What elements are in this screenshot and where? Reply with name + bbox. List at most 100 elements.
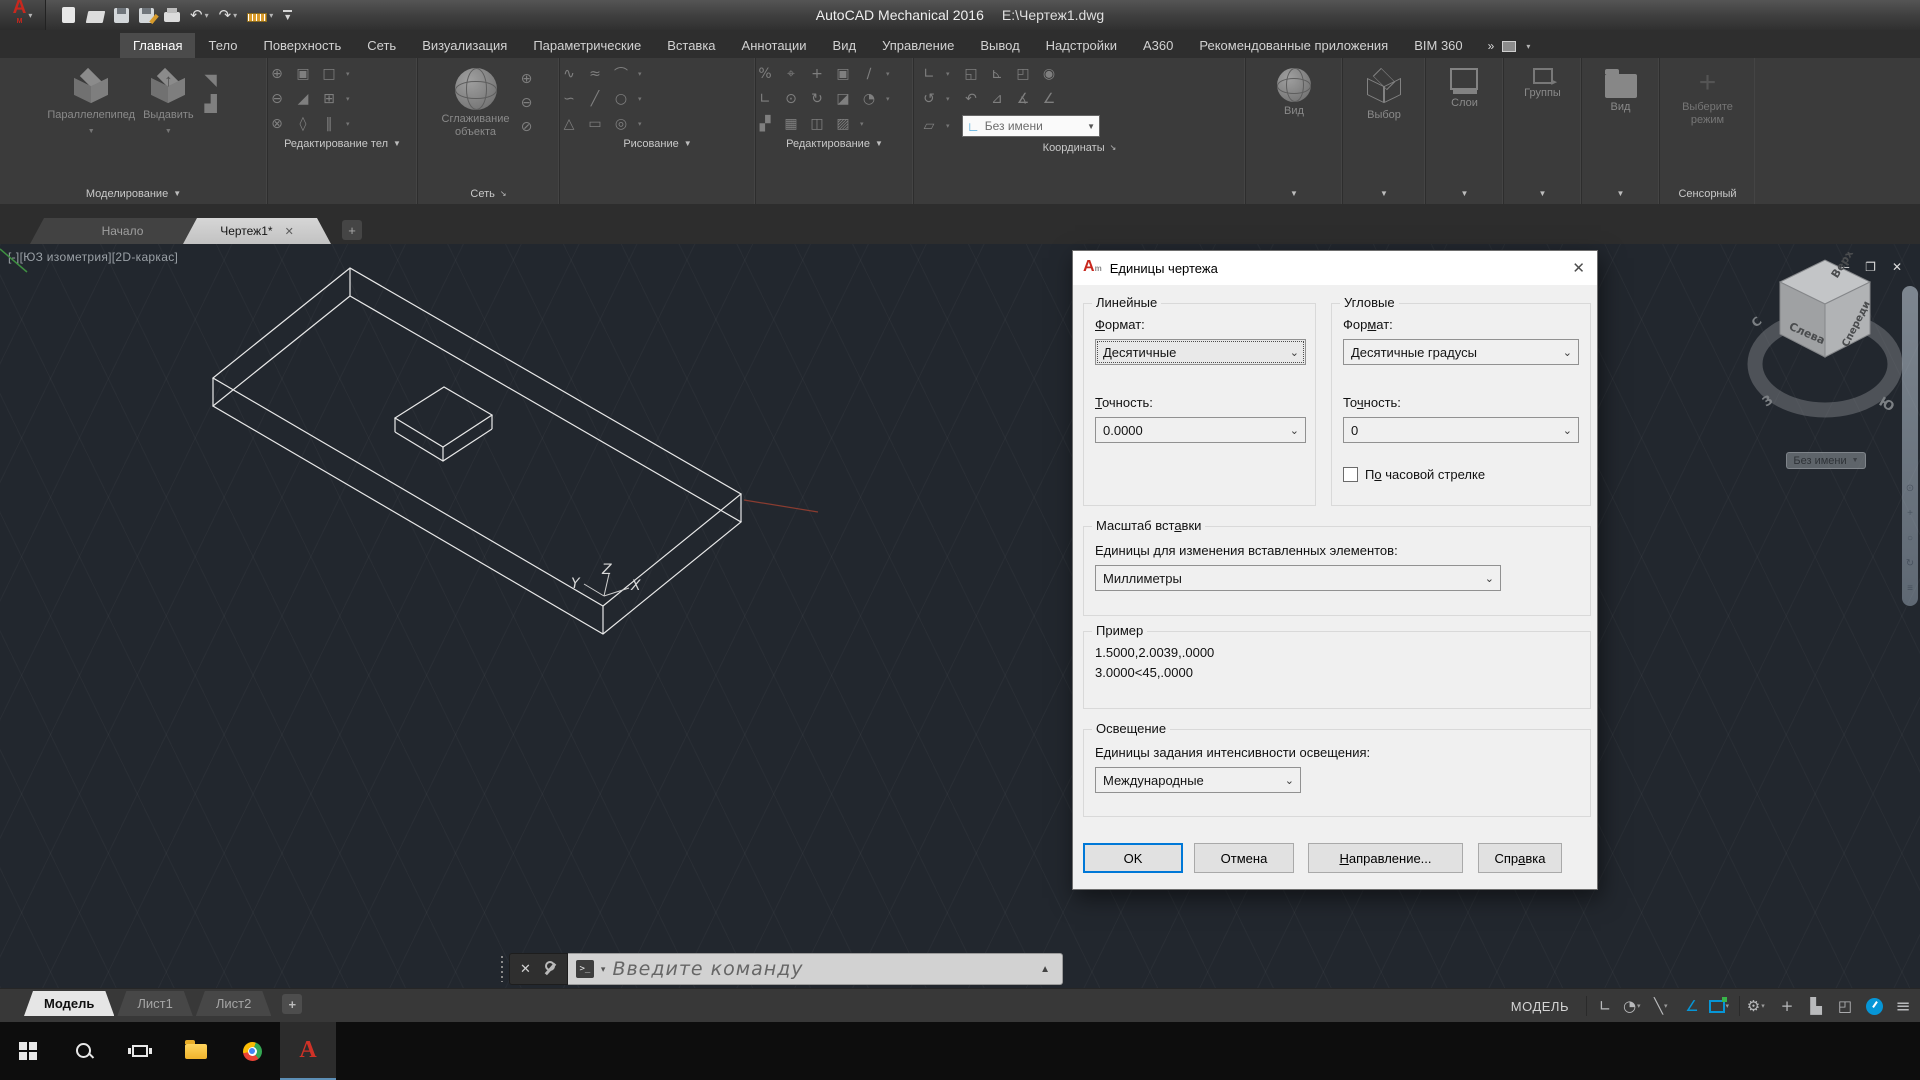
layout-tab-model[interactable]: Модель <box>24 991 114 1016</box>
panel-title-selection[interactable]: ▼ <box>1343 183 1425 204</box>
ribbon-tab-view[interactable]: Вид <box>820 33 870 58</box>
task-view-button[interactable] <box>112 1022 168 1080</box>
chevron-down-icon[interactable]: ⌄ <box>1563 424 1572 437</box>
dynamic-ucs-icon[interactable]: ∠ <box>1679 993 1705 1019</box>
clean-screen-icon[interactable] <box>1861 993 1887 1019</box>
panel-title-layers[interactable]: ▼ <box>1426 183 1503 204</box>
ribbon-tab-home[interactable]: Главная <box>120 33 195 58</box>
chevron-down-icon[interactable]: ⌄ <box>1290 346 1299 359</box>
file-explorer-button[interactable] <box>168 1022 224 1080</box>
dialog-close-icon[interactable]: ✕ <box>1572 259 1585 277</box>
close-tab-icon[interactable]: ✕ <box>285 225 294 238</box>
drawing-canvas[interactable]: [-][ЮЗ изометрия][2D-каркас] <box>0 244 1920 988</box>
isodraft-icon[interactable]: ╲▾ <box>1650 993 1676 1019</box>
ribbon-tab-insert[interactable]: Вставка <box>654 33 728 58</box>
plot-button[interactable] <box>164 12 180 22</box>
ribbon-tab-output[interactable]: Вывод <box>967 33 1032 58</box>
panel-title-draw[interactable]: Рисование▼ <box>560 133 755 154</box>
annotation-scale-icon[interactable]: + <box>1774 993 1800 1019</box>
panel-title-coordinates[interactable]: Координаты↘ <box>914 137 1245 158</box>
app-menu-button[interactable]: AM ▾ <box>0 0 46 30</box>
chevron-down-icon[interactable]: ▾ <box>1526 42 1530 51</box>
chevron-down-icon[interactable]: ▼ <box>1087 122 1095 131</box>
command-input[interactable]: >_ ▾ Введите команду ▲ <box>568 953 1063 985</box>
linear-precision-combobox[interactable]: 0.0000⌄ <box>1095 417 1306 443</box>
open-file-button[interactable] <box>86 11 106 23</box>
customization-menu-icon[interactable]: ≡ <box>1890 993 1916 1019</box>
ribbon-tab-surface[interactable]: Поверхность <box>250 33 354 58</box>
panel-title-modeling[interactable]: Моделирование▼ <box>0 183 267 204</box>
direction-button[interactable]: Направление... <box>1308 843 1463 873</box>
chevron-down-icon[interactable]: ▾ <box>269 11 273 20</box>
file-tab-drawing1[interactable]: Чертеж1*✕ <box>183 218 331 244</box>
ribbon-tab-featured-apps[interactable]: Рекомендованные приложения <box>1186 33 1401 58</box>
chevron-down-icon[interactable]: ⌄ <box>1285 774 1294 787</box>
workspace-icon[interactable]: ◰ <box>1832 993 1858 1019</box>
wrench-icon[interactable] <box>543 962 557 976</box>
snap-mode-icon[interactable]: ◔▾ <box>1621 993 1647 1019</box>
command-placeholder[interactable]: Введите команду <box>612 958 1029 980</box>
customize-qat-button[interactable]: ▼ <box>283 10 292 21</box>
drag-handle[interactable] <box>497 956 507 982</box>
grid-display-icon[interactable]: ∟ <box>1592 993 1618 1019</box>
panel-title-view2[interactable]: ▼ <box>1582 183 1659 204</box>
ucs-name-combobox[interactable]: ∟ Без имени ▼ <box>962 115 1100 137</box>
ribbon-tab-parametric[interactable]: Параметрические <box>520 33 654 58</box>
insertion-units-combobox[interactable]: Миллиметры⌄ <box>1095 565 1501 591</box>
measure-button[interactable]: ▾ <box>247 9 273 22</box>
ribbon-tab-addins[interactable]: Надстройки <box>1033 33 1130 58</box>
chevron-down-icon[interactable]: ▾ <box>601 964 606 975</box>
checkbox-icon[interactable] <box>1343 467 1358 482</box>
ribbon-tab-visualize[interactable]: Визуализация <box>409 33 520 58</box>
new-layout-button[interactable]: + <box>282 994 302 1014</box>
ribbon-tab-a360[interactable]: A360 <box>1130 33 1186 58</box>
panel-title-touch[interactable]: Сенсорный <box>1660 183 1755 204</box>
chevron-down-icon[interactable]: ⌄ <box>1290 424 1299 437</box>
layout-tab-sheet2[interactable]: Лист2 <box>196 991 271 1016</box>
panel-title-modify[interactable]: Редактирование▼ <box>756 133 913 154</box>
annotation-visibility-icon[interactable]: ▙ <box>1803 993 1829 1019</box>
panel-launcher-icon[interactable]: ↘ <box>500 189 507 198</box>
chrome-button[interactable] <box>224 1022 280 1080</box>
undo-button[interactable]: ↶▾ <box>190 8 209 23</box>
orbit-icon[interactable]: ↻ <box>1906 558 1914 569</box>
showmotion-icon[interactable]: ≡ <box>1907 583 1913 594</box>
autocad-taskbar-button[interactable]: A <box>280 1022 336 1080</box>
taskbar-search-button[interactable] <box>56 1022 112 1080</box>
start-button[interactable] <box>0 1022 56 1080</box>
angular-format-combobox[interactable]: Десятичные градусы⌄ <box>1343 339 1579 365</box>
redo-button[interactable]: ↷▾ <box>219 8 238 23</box>
navigation-bar[interactable]: ⊙ + ○ ↻ ≡ <box>1902 286 1918 606</box>
panel-title-solid-editing[interactable]: Редактирование тел▼ <box>268 133 417 154</box>
chevron-down-icon[interactable]: ⌄ <box>1485 572 1494 585</box>
new-drawing-tab-button[interactable]: + <box>342 220 362 240</box>
navwheel-icon[interactable]: ⊙ <box>1906 483 1914 494</box>
close-icon[interactable]: ✕ <box>520 961 531 977</box>
view-cube[interactable]: С З Ю Верх Слева Спереди <box>1740 252 1920 482</box>
ribbon-tab-annotate[interactable]: Аннотации <box>729 33 820 58</box>
model-space-toggle[interactable]: МОДЕЛЬ <box>1499 999 1581 1014</box>
angular-precision-combobox[interactable]: 0⌄ <box>1343 417 1579 443</box>
zoom-icon[interactable]: ○ <box>1907 533 1913 544</box>
viewcube-ucs-button[interactable]: Без имени▼ <box>1786 452 1866 469</box>
dynamic-input-icon[interactable]: ▾ <box>1708 993 1734 1019</box>
lighting-units-combobox[interactable]: Международные⌄ <box>1095 767 1301 793</box>
panel-title-view[interactable]: ▼ <box>1246 183 1342 204</box>
save-button[interactable] <box>114 8 129 23</box>
dialog-title-bar[interactable]: Am Единицы чертежа ✕ <box>1073 251 1597 285</box>
clockwise-checkbox[interactable]: По часовой стрелке <box>1343 467 1485 482</box>
ok-button[interactable]: OK <box>1083 843 1183 873</box>
ribbon-tab-mesh[interactable]: Сеть <box>354 33 409 58</box>
chevron-down-icon[interactable]: ▾ <box>205 11 209 20</box>
ribbon-tab-solid[interactable]: Тело <box>195 33 250 58</box>
cancel-button[interactable]: Отмена <box>1194 843 1294 873</box>
panel-title-groups[interactable]: ▼ <box>1504 183 1581 204</box>
ribbon-tab-bim360[interactable]: BIM 360 <box>1401 33 1475 58</box>
recent-commands-icon[interactable]: ▲ <box>1036 964 1054 975</box>
tab-overflow-icon[interactable]: » <box>1488 39 1493 53</box>
new-file-button[interactable] <box>62 7 75 23</box>
help-button[interactable]: Справка <box>1478 843 1562 873</box>
linear-format-combobox[interactable]: Десятичные⌄ <box>1095 339 1306 365</box>
save-as-button[interactable] <box>139 8 154 23</box>
chevron-down-icon[interactable]: ⌄ <box>1563 346 1572 359</box>
